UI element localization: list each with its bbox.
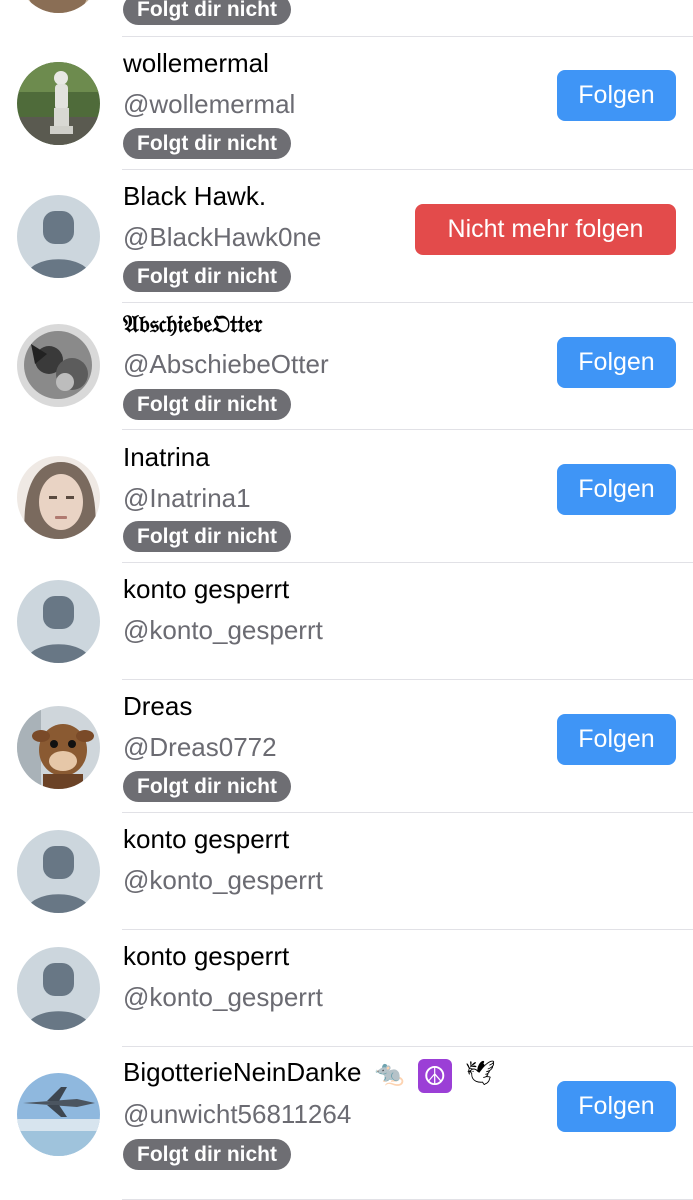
display-name: konto gesperrt [123,941,290,971]
default-avatar[interactable] [17,580,100,663]
user-handle: @AbschiebeOtter [123,349,329,379]
user-handle: @Inatrina1 [123,483,251,513]
portrait-photo-avatar[interactable] [17,456,100,539]
user-handle: @konto_gesperrt [123,865,323,895]
follow-status-badge: Folgt dir nicht [123,521,291,552]
display-name: konto gesperrt [123,574,290,604]
display-name: Dreas [123,691,193,721]
display-name: BigotterieNeinDanke 🐀 ☮ 🕊 [123,1057,496,1093]
plush-cow-photo-avatar[interactable] [17,706,100,789]
jet-photo-avatar[interactable] [17,1073,100,1156]
follow-status-badge: Folgt dir nicht [123,0,291,25]
follow-status-badge: Folgt dir nicht [123,261,291,292]
follow-status-badge: Folgt dir nicht [123,389,291,420]
list-item[interactable]: konto gesperrt @konto_gesperrt [0,563,693,680]
follow-status-badge: Folgt dir nicht [123,128,291,159]
peace-symbol-icon: ☮ [417,1059,452,1093]
list-item[interactable]: konto gesperrt @konto_gesperrt [0,930,693,1047]
follow-button[interactable]: Folgen [557,464,676,515]
list-item[interactable]: 𝔄𝔟𝔰𝔠𝔥𝔦𝔢𝔟𝔢𝔒𝔱𝔱𝔢𝔯 @AbschiebeOtter Folgt dir… [0,303,693,430]
follow-button[interactable]: Folgen [557,70,676,121]
default-avatar[interactable] [17,947,100,1030]
display-name: Inatrina [123,442,210,472]
default-avatar[interactable] [17,195,100,278]
follow-button[interactable]: Folgen [557,1081,676,1132]
list-item[interactable]: Inatrina @Inatrina1 Folgt dir nicht Folg… [0,430,693,563]
unfollow-button[interactable]: Nicht mehr folgen [415,204,676,255]
follow-status-badge: Folgt dir nicht [123,771,291,802]
follow-button[interactable]: Folgen [557,337,676,388]
user-handle: @Dreas0772 [123,732,277,762]
follow-status-badge: Folgt dir nicht [123,1139,291,1170]
follow-button[interactable]: Folgen [557,714,676,765]
list-item[interactable]: BigotterieNeinDanke 🐀 ☮ 🕊 @unwicht568112… [0,1047,693,1200]
user-handle: @wollemermal [123,89,296,119]
user-handle: @konto_gesperrt [123,982,323,1012]
list-item[interactable]: Dreas @Dreas0772 Folgt dir nicht Folgen [0,680,693,813]
display-name: wollemermal [123,48,269,78]
display-name: 𝔄𝔟𝔰𝔠𝔥𝔦𝔢𝔟𝔢𝔒𝔱𝔱𝔢𝔯 [123,309,263,338]
user-handle: @konto_gesperrt [123,615,323,645]
user-handle: @unwicht56811264 [123,1099,352,1129]
display-name: konto gesperrt [123,824,290,854]
otter-photo-avatar[interactable] [17,324,100,407]
list-item[interactable]: Black Hawk. @BlackHawk0ne Folgt dir nich… [0,170,693,303]
rat-emoji-icon: 🐀 [374,1059,405,1087]
display-name-text: BigotterieNeinDanke [123,1057,362,1087]
list-item[interactable]: wollemermal @wollemermal Folgt dir nicht… [0,37,693,170]
user-handle: @BlackHawk0ne [123,222,322,252]
list-item[interactable]: konto gesperrt @konto_gesperrt [0,813,693,930]
dove-emoji-icon: 🕊 [465,1059,496,1087]
list-item[interactable]: Folgt dir nicht [0,0,693,37]
avatar[interactable] [17,0,100,13]
display-name: Black Hawk. [123,181,267,211]
default-avatar[interactable] [17,830,100,913]
statue-photo-avatar[interactable] [17,62,100,145]
